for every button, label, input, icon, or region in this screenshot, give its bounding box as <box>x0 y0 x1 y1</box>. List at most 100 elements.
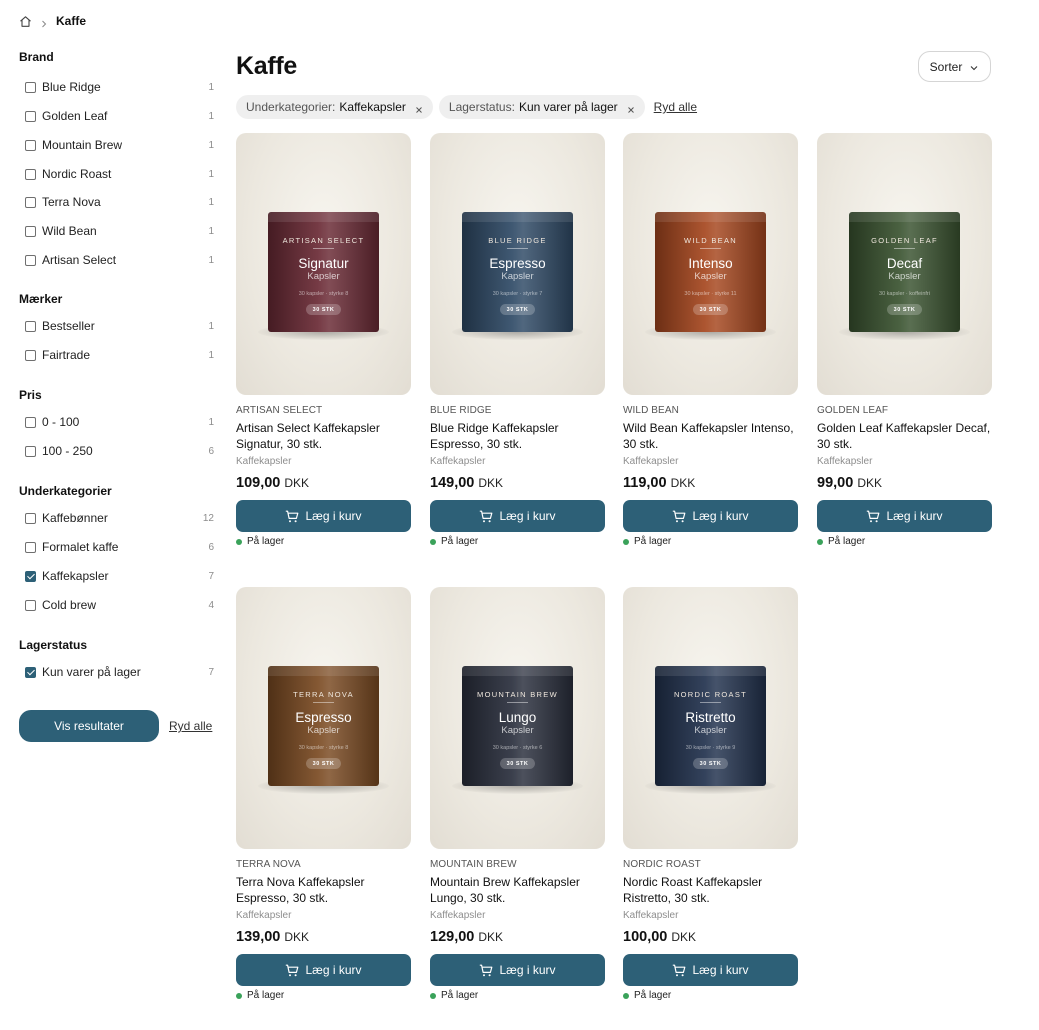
product-image[interactable]: TERRA NOVA Espresso Kapsler 30 kapsler ·… <box>236 587 411 849</box>
product-name[interactable]: Mountain Brew Kaffekapsler Lungo, 30 stk… <box>430 874 605 906</box>
checkbox[interactable] <box>25 110 36 122</box>
add-to-cart-button[interactable]: Læg i kurv <box>236 500 411 532</box>
in-stock-dot <box>430 538 436 545</box>
facet-title: Brand <box>19 50 54 64</box>
product-category: Kaffekapsler <box>236 910 292 921</box>
checkbox[interactable] <box>25 416 36 428</box>
option-label: Kaffebønner <box>42 511 108 525</box>
add-to-cart-button[interactable]: Læg i kurv <box>817 500 992 532</box>
pack-flavor: Espresso <box>295 710 352 725</box>
filter-option-kaffekapsler[interactable]: Kaffekapsler 7 <box>25 568 214 584</box>
option-count: 1 <box>208 225 214 237</box>
filter-option-kaffebonner[interactable]: Kaffebønner 12 <box>25 510 214 526</box>
product-name[interactable]: Terra Nova Kaffekapsler Espresso, 30 stk… <box>236 874 411 906</box>
product-name[interactable]: Wild Bean Kaffekapsler Intenso, 30 stk. <box>623 420 798 452</box>
add-to-cart-button[interactable]: Læg i kurv <box>623 954 798 986</box>
option-count: 7 <box>208 570 214 582</box>
box-lid <box>462 666 573 676</box>
pack-subtitle: Kapsler <box>888 271 921 282</box>
clear-chips-link[interactable]: Ryd alle <box>654 100 697 114</box>
checkbox[interactable] <box>25 349 36 361</box>
product-price: 99,00 DKK <box>817 475 882 491</box>
show-results-button[interactable]: Vis resultater <box>19 710 159 742</box>
pack-brand: GOLDEN LEAF <box>871 236 938 245</box>
active-filters: Underkategorier: Kaffekapsler Lagerstatu… <box>236 95 697 119</box>
pack-subtitle: Kapsler <box>501 271 534 282</box>
product-category: Kaffekapsler <box>430 456 486 467</box>
option-label: Terra Nova <box>42 195 101 209</box>
product-name[interactable]: Golden Leaf Kaffekapsler Decaf, 30 stk. <box>817 420 992 452</box>
checkbox[interactable] <box>25 196 36 208</box>
pack-badge: 30 STK <box>693 304 728 315</box>
option-label: Bestseller <box>42 319 95 333</box>
box-lid <box>849 212 960 222</box>
add-to-cart-button[interactable]: Læg i kurv <box>430 954 605 986</box>
option-count: 7 <box>208 666 214 678</box>
capsule-box: NORDIC ROAST Ristretto Kapsler 30 kapsle… <box>655 666 766 786</box>
pack-rule <box>507 248 528 249</box>
filter-option-wild-bean[interactable]: Wild Bean 1 <box>25 223 214 239</box>
filter-option-nordic-roast[interactable]: Nordic Roast 1 <box>25 166 214 182</box>
price-amount: 129,00 <box>430 929 475 945</box>
pack-badge: 30 STK <box>306 758 341 769</box>
checkbox[interactable] <box>25 512 36 524</box>
product-image[interactable]: GOLDEN LEAF Decaf Kapsler 30 kapsler · k… <box>817 133 992 395</box>
checkbox[interactable] <box>25 168 36 180</box>
checkbox-checked[interactable] <box>25 570 36 582</box>
filter-option-artisan-select[interactable]: Artisan Select 1 <box>25 252 214 268</box>
filter-chip-underkategorier: Underkategorier: Kaffekapsler <box>236 95 433 119</box>
filter-option-price-0-100[interactable]: 0 - 100 1 <box>25 414 214 430</box>
close-icon[interactable] <box>627 103 635 113</box>
checkbox[interactable] <box>25 225 36 237</box>
filter-option-blue-ridge[interactable]: Blue Ridge 1 <box>25 79 214 95</box>
product-price: 119,00 DKK <box>623 475 695 491</box>
product-image[interactable]: WILD BEAN Intenso Kapsler 30 kapsler · s… <box>623 133 798 395</box>
product-name[interactable]: Blue Ridge Kaffekapsler Espresso, 30 stk… <box>430 420 605 452</box>
home-icon[interactable] <box>19 15 32 28</box>
cart-icon <box>479 964 493 977</box>
filter-option-bestseller[interactable]: Bestseller 1 <box>25 318 214 334</box>
checkbox[interactable] <box>25 599 36 611</box>
filter-option-terra-nova[interactable]: Terra Nova 1 <box>25 194 214 210</box>
product-name[interactable]: Nordic Roast Kaffekapsler Ristretto, 30 … <box>623 874 798 906</box>
cart-icon <box>672 964 686 977</box>
stock-status: På lager <box>236 536 284 547</box>
clear-all-filters-link[interactable]: Ryd alle <box>169 719 212 733</box>
option-label: Fairtrade <box>42 348 91 362</box>
checkbox-checked[interactable] <box>25 666 36 678</box>
pack-rule <box>894 248 915 249</box>
filter-option-fairtrade[interactable]: Fairtrade 1 <box>25 347 214 363</box>
option-label: Mountain Brew <box>42 138 123 152</box>
filter-option-formalet-kaffe[interactable]: Formalet kaffe 6 <box>25 539 214 555</box>
box-lid <box>268 666 379 676</box>
close-icon[interactable] <box>415 103 423 113</box>
stock-status: På lager <box>623 536 671 547</box>
chip-value: Kun varer på lager <box>518 100 618 114</box>
filter-option-price-100-250[interactable]: 100 - 250 6 <box>25 443 214 459</box>
product-image[interactable]: ARTISAN SELECT Signatur Kapsler 30 kapsl… <box>236 133 411 395</box>
checkbox[interactable] <box>25 81 36 93</box>
cart-label: Læg i kurv <box>886 509 943 523</box>
checkbox[interactable] <box>25 320 36 332</box>
option-label: Blue Ridge <box>42 80 101 94</box>
box-lid <box>655 212 766 222</box>
product-image[interactable]: NORDIC ROAST Ristretto Kapsler 30 kapsle… <box>623 587 798 849</box>
filter-option-mountain-brew[interactable]: Mountain Brew 1 <box>25 137 214 153</box>
sort-dropdown[interactable]: Sorter <box>918 51 991 82</box>
checkbox[interactable] <box>25 254 36 266</box>
checkbox[interactable] <box>25 445 36 457</box>
checkbox[interactable] <box>25 541 36 553</box>
product-image[interactable]: MOUNTAIN BREW Lungo Kapsler 30 kapsler ·… <box>430 587 605 849</box>
product-image[interactable]: BLUE RIDGE Espresso Kapsler 30 kapsler ·… <box>430 133 605 395</box>
add-to-cart-button[interactable]: Læg i kurv <box>430 500 605 532</box>
filter-option-cold-brew[interactable]: Cold brew 4 <box>25 597 214 613</box>
checkbox[interactable] <box>25 139 36 151</box>
add-to-cart-button[interactable]: Læg i kurv <box>236 954 411 986</box>
pack-description: 30 kapsler · styrke 11 <box>684 291 737 297</box>
add-to-cart-button[interactable]: Læg i kurv <box>623 500 798 532</box>
capsule-box: BLUE RIDGE Espresso Kapsler 30 kapsler ·… <box>462 212 573 332</box>
option-label: Wild Bean <box>42 224 97 238</box>
filter-option-golden-leaf[interactable]: Golden Leaf 1 <box>25 108 214 124</box>
filter-option-in-stock[interactable]: Kun varer på lager 7 <box>25 664 214 680</box>
product-name[interactable]: Artisan Select Kaffekapsler Signatur, 30… <box>236 420 411 452</box>
